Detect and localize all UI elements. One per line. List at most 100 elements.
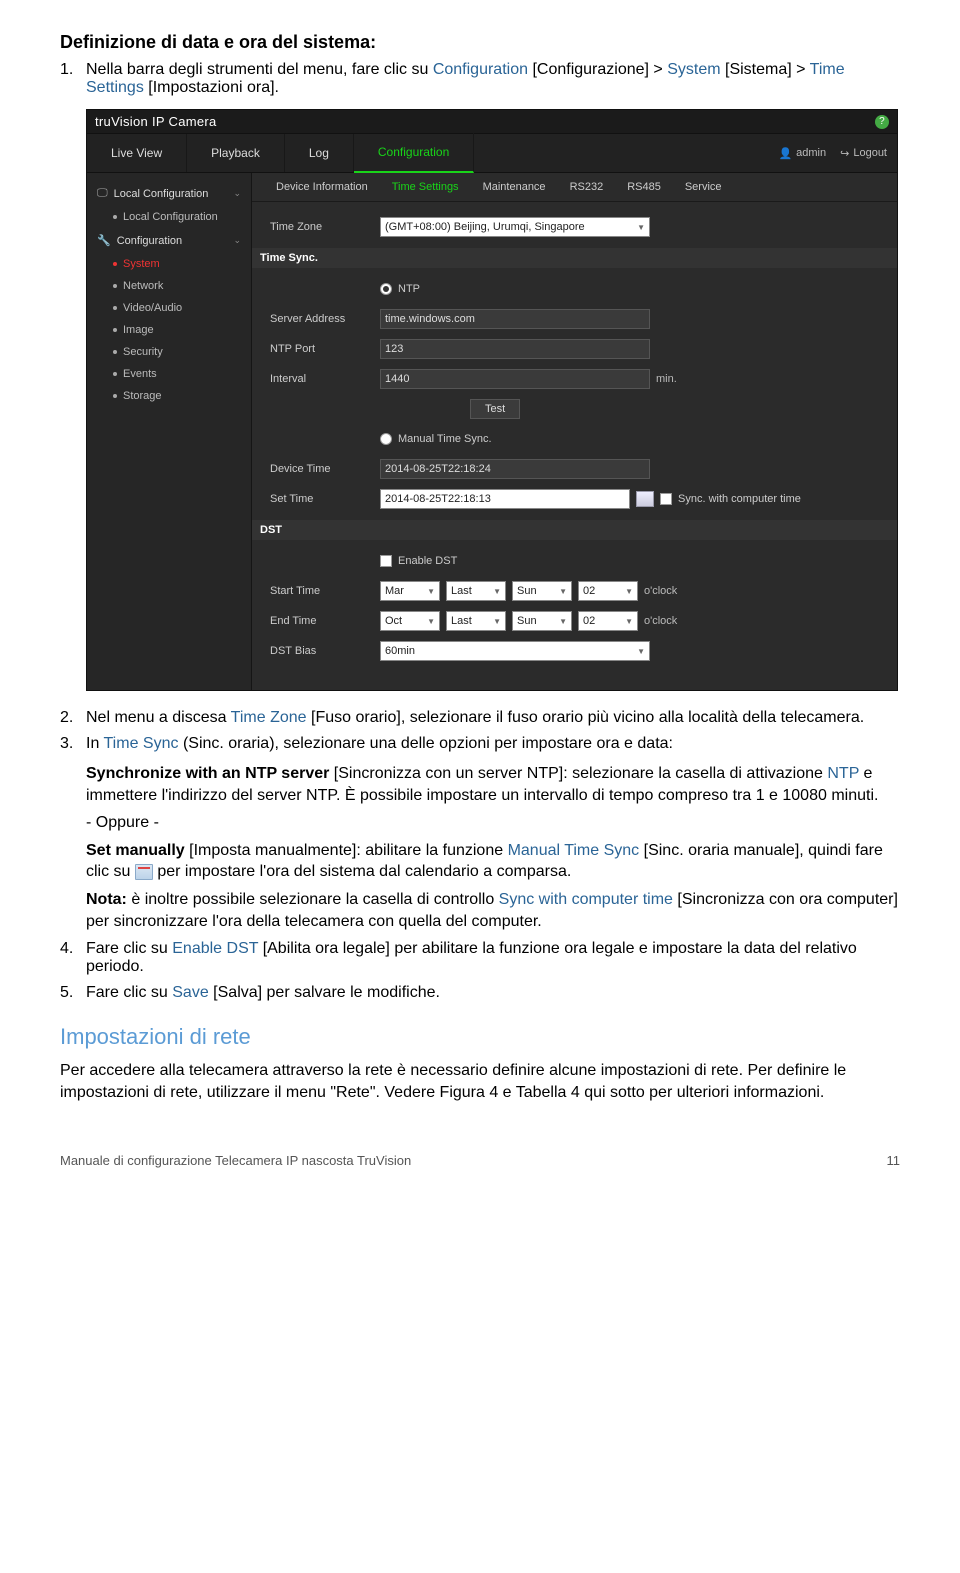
side-label: System: [123, 258, 160, 270]
ntp-label: NTP: [398, 283, 420, 295]
calendar-icon[interactable]: [636, 491, 654, 507]
help-icon[interactable]: ?: [875, 115, 889, 129]
step-body: Nella barra degli strumenti del menu, fa…: [86, 61, 900, 97]
link-time-zone: Time Zone: [231, 709, 307, 726]
user-link[interactable]: 👤admin: [778, 147, 826, 160]
side-group-config[interactable]: 🔧 Configuration ⌄: [87, 228, 251, 253]
t: [Configurazione] >: [532, 61, 667, 78]
section-dst: DST: [252, 520, 897, 540]
side-label: Events: [123, 368, 157, 380]
end-hour-select[interactable]: 02▼: [578, 611, 638, 631]
set-time-input[interactable]: [380, 489, 630, 509]
oclock-label: o'clock: [644, 615, 677, 627]
calendar-icon: [135, 864, 153, 880]
step-5: 5. Fare clic su Save [Salva] per salvare…: [60, 984, 900, 1002]
dst-bias-select[interactable]: 60min▼: [380, 641, 650, 661]
manual-radio[interactable]: [380, 433, 392, 445]
side-item-events[interactable]: Events: [87, 363, 251, 385]
camera-ui: truVision IP Camera ? Live View Playback…: [86, 109, 898, 691]
side-label: Security: [123, 346, 163, 358]
side-item-network[interactable]: Network: [87, 275, 251, 297]
t: (Sinc. oraria), selezionare una delle op…: [183, 735, 673, 752]
interval-unit: min.: [656, 373, 677, 385]
end-month-select[interactable]: Oct▼: [380, 611, 440, 631]
bullet-icon: [113, 372, 117, 376]
step-body: Nel menu a discesa Time Zone [Fuso orari…: [86, 709, 900, 727]
step-body: Fare clic su Enable DST [Abilita ora leg…: [86, 940, 900, 976]
subtab-device-info[interactable]: Device Information: [264, 181, 380, 193]
bullet-icon: [113, 284, 117, 288]
gear-icon: 🔧: [97, 234, 111, 247]
tz-label: Time Zone: [270, 221, 380, 233]
sync-ntp-label: Synchronize with an NTP server: [86, 765, 329, 782]
enable-dst-checkbox[interactable]: [380, 555, 392, 567]
t: [Impostazioni ora].: [148, 79, 279, 96]
logout-link[interactable]: ↪Logout: [840, 147, 887, 160]
t: [Sistema] >: [725, 61, 810, 78]
side-item-security[interactable]: Security: [87, 341, 251, 363]
settings-panel: Time Zone (GMT+08:00) Beijing, Urumqi, S…: [252, 202, 897, 676]
start-week-select[interactable]: Last▼: [446, 581, 506, 601]
row-start-time: Start Time Mar▼ Last▼ Sun▼ 02▼ o'clock: [270, 578, 879, 604]
chevron-down-icon: ▼: [559, 617, 567, 626]
link-enable-dst: Enable DST: [172, 940, 258, 957]
subtab-service[interactable]: Service: [673, 181, 734, 193]
start-day-select[interactable]: Sun▼: [512, 581, 572, 601]
row-set-time: Set Time Sync. with computer time: [270, 486, 879, 512]
subtab-rs232[interactable]: RS232: [558, 181, 616, 193]
start-month-select[interactable]: Mar▼: [380, 581, 440, 601]
row-test: Test: [270, 396, 879, 422]
test-button[interactable]: Test: [470, 399, 520, 419]
app-header: truVision IP Camera ?: [87, 110, 897, 133]
tab-log[interactable]: Log: [285, 134, 354, 172]
interval-input[interactable]: 1440: [380, 369, 650, 389]
chevron-down-icon: ▼: [637, 647, 645, 656]
end-day-select[interactable]: Sun▼: [512, 611, 572, 631]
t: [Imposta manualmente]: abilitare la funz…: [189, 842, 507, 859]
row-interval: Interval 1440 min.: [270, 366, 879, 392]
section-network-heading: Impostazioni di rete: [60, 1024, 900, 1050]
side-item-storage[interactable]: Storage: [87, 385, 251, 407]
ntp-radio[interactable]: [380, 283, 392, 295]
chevron-down-icon: ▼: [559, 587, 567, 596]
bullet-icon: [113, 262, 117, 266]
logout-icon: ↪: [840, 147, 849, 160]
side-item-system[interactable]: System: [87, 253, 251, 275]
chevron-down-icon: ⌄: [233, 235, 241, 246]
network-paragraph: Per accedere alla telecamera attraverso …: [60, 1060, 900, 1103]
t: Fare clic su: [86, 940, 172, 957]
tz-select[interactable]: (GMT+08:00) Beijing, Urumqi, Singapore▼: [380, 217, 650, 237]
v: Mar: [385, 585, 404, 597]
link-configuration: Configuration: [433, 61, 528, 78]
row-device-time: Device Time 2014-08-25T22:18:24: [270, 456, 879, 482]
step-number: 5.: [60, 984, 86, 1002]
subtabs: Device Information Time Settings Mainten…: [252, 173, 897, 202]
row-ntp-radio: NTP: [270, 276, 879, 302]
v: 02: [583, 615, 595, 627]
end-week-select[interactable]: Last▼: [446, 611, 506, 631]
subtab-maintenance[interactable]: Maintenance: [471, 181, 558, 193]
t: per impostare l'ora del sistema dal cale…: [157, 863, 571, 880]
content-panel: Device Information Time Settings Mainten…: [252, 173, 897, 690]
link-save: Save: [172, 984, 208, 1001]
ntp-port-input[interactable]: 123: [380, 339, 650, 359]
server-address-input[interactable]: time.windows.com: [380, 309, 650, 329]
tz-value: (GMT+08:00) Beijing, Urumqi, Singapore: [385, 221, 585, 233]
row-manual-radio: Manual Time Sync.: [270, 426, 879, 452]
start-hour-select[interactable]: 02▼: [578, 581, 638, 601]
step-body: Fare clic su Save [Salva] per salvare le…: [86, 984, 900, 1002]
tab-configuration[interactable]: Configuration: [354, 133, 474, 173]
tab-live-view[interactable]: Live View: [87, 134, 187, 172]
side-group-local[interactable]: 🖵 Local Configuration ⌄: [87, 181, 251, 206]
tab-playback[interactable]: Playback: [187, 134, 285, 172]
subtab-rs485[interactable]: RS485: [615, 181, 673, 193]
sync-computer-checkbox[interactable]: [660, 493, 672, 505]
subtab-time-settings[interactable]: Time Settings: [380, 181, 471, 193]
side-item-video-audio[interactable]: Video/Audio: [87, 297, 251, 319]
side-item-image[interactable]: Image: [87, 319, 251, 341]
chevron-down-icon: ▼: [493, 587, 501, 596]
side-item-local-config[interactable]: Local Configuration: [87, 206, 251, 228]
row-enable-dst: Enable DST: [270, 548, 879, 574]
t: Nella barra degli strumenti del menu, fa…: [86, 61, 433, 78]
step-1: 1. Nella barra degli strumenti del menu,…: [60, 61, 900, 97]
